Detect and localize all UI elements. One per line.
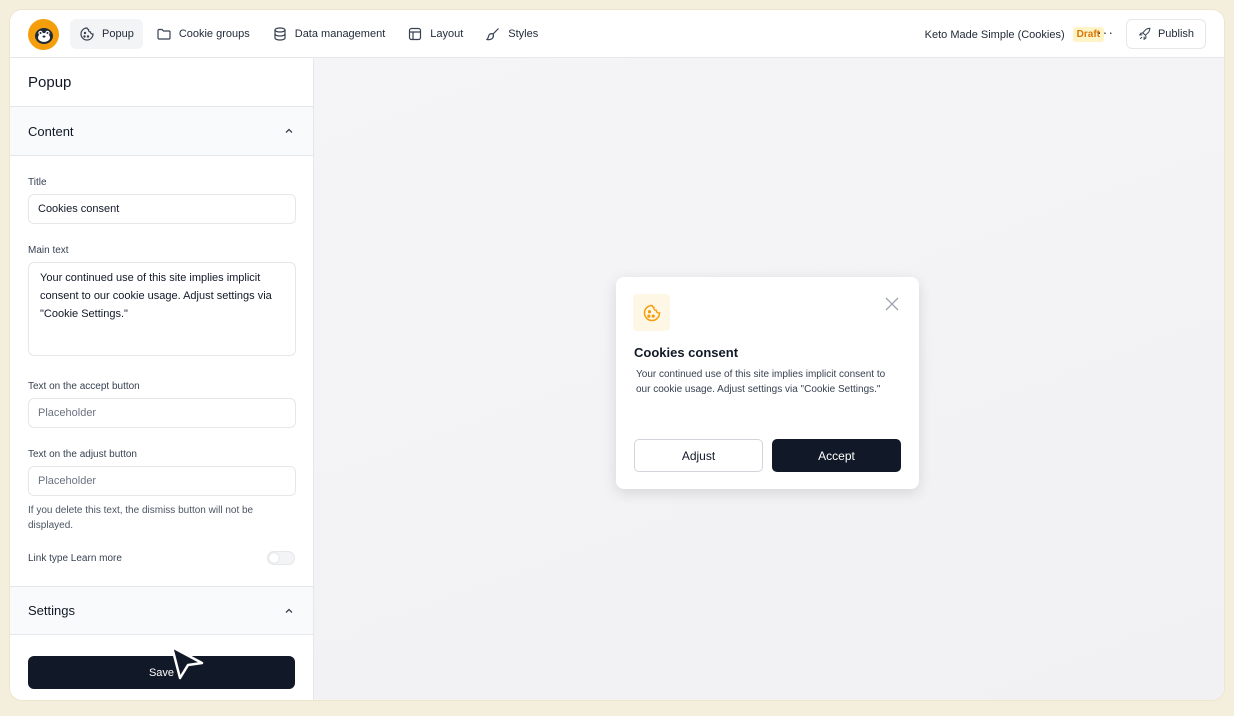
- layout-icon: [409, 27, 422, 41]
- adjust-text-field-label: Text on the adjust button: [28, 449, 137, 460]
- app-window: Popup Cookie groups Data management Layo…: [10, 10, 1224, 700]
- nav-item-data-management[interactable]: Data management: [263, 19, 395, 49]
- database-icon: [274, 27, 286, 41]
- cookie-icon: [633, 294, 670, 331]
- preview-canvas: Cookies consent Your continued use of th…: [314, 58, 1224, 700]
- publish-button[interactable]: Publish: [1126, 19, 1206, 49]
- nav-item-styles[interactable]: Styles: [476, 19, 547, 49]
- section-title: Content: [28, 123, 74, 139]
- nav-item-label: Popup: [102, 28, 134, 40]
- link-type-toggle[interactable]: [267, 551, 295, 565]
- content-section-header[interactable]: Content: [10, 107, 313, 156]
- accept-button[interactable]: Accept: [772, 439, 901, 472]
- chevron-up-icon: [285, 128, 293, 133]
- folder-icon: [157, 28, 171, 40]
- logo-icon[interactable]: [28, 19, 59, 50]
- top-bar: Popup Cookie groups Data management Layo…: [10, 10, 1224, 58]
- main-nav: Popup Cookie groups Data management Layo…: [70, 19, 547, 49]
- title-input[interactable]: [28, 194, 296, 224]
- adjust-text-input[interactable]: [28, 466, 296, 496]
- accept-text-field-label: Text on the accept button: [28, 381, 140, 392]
- settings-sidebar: Popup Content Title Main text Your conti…: [10, 58, 314, 700]
- main-text-field-label: Main text: [28, 245, 69, 256]
- accept-text-input[interactable]: [28, 398, 296, 428]
- nav-item-layout[interactable]: Layout: [398, 19, 472, 49]
- title-field-label: Title: [28, 177, 47, 188]
- nav-item-popup[interactable]: Popup: [70, 19, 143, 49]
- panel-title: Popup: [10, 58, 313, 107]
- link-type-label: Link type Learn more: [28, 552, 122, 564]
- section-title: Settings: [28, 603, 75, 618]
- close-icon[interactable]: [885, 297, 899, 311]
- chevron-up-icon: [285, 608, 293, 613]
- link-type-row: Link type Learn more: [28, 551, 295, 565]
- popup-text: Your continued use of this site implies …: [636, 369, 886, 395]
- brush-icon: [486, 28, 500, 41]
- adjust-button[interactable]: Adjust: [634, 439, 763, 472]
- nav-item-label: Layout: [430, 28, 464, 40]
- nav-item-label: Styles: [508, 28, 539, 40]
- cookie-icon: [80, 27, 94, 41]
- save-button[interactable]: Save: [28, 656, 295, 689]
- settings-section-header[interactable]: Settings: [10, 586, 313, 635]
- project-info: Keto Made Simple (Cookies) Draft: [925, 27, 1104, 42]
- publish-label: Publish: [1157, 28, 1195, 40]
- nav-item-label: Cookie groups: [178, 28, 250, 40]
- content-form: Title Main text Your continued use of th…: [10, 177, 313, 565]
- mouse-cursor-icon: [170, 645, 204, 680]
- popup-title: Cookies consent: [634, 345, 739, 360]
- cookie-popup-preview: Cookies consent Your continued use of th…: [616, 277, 919, 489]
- nav-item-label: Data management: [294, 28, 386, 40]
- rocket-icon: [1138, 27, 1151, 41]
- project-name: Keto Made Simple (Cookies): [924, 28, 1065, 41]
- main-text-input[interactable]: Your continued use of this site implies …: [28, 262, 296, 356]
- nav-item-cookie-groups[interactable]: Cookie groups: [147, 19, 259, 49]
- adjust-field-hint: If you delete this text, the dismiss but…: [28, 505, 254, 531]
- more-menu-button[interactable]: ···: [1097, 24, 1114, 40]
